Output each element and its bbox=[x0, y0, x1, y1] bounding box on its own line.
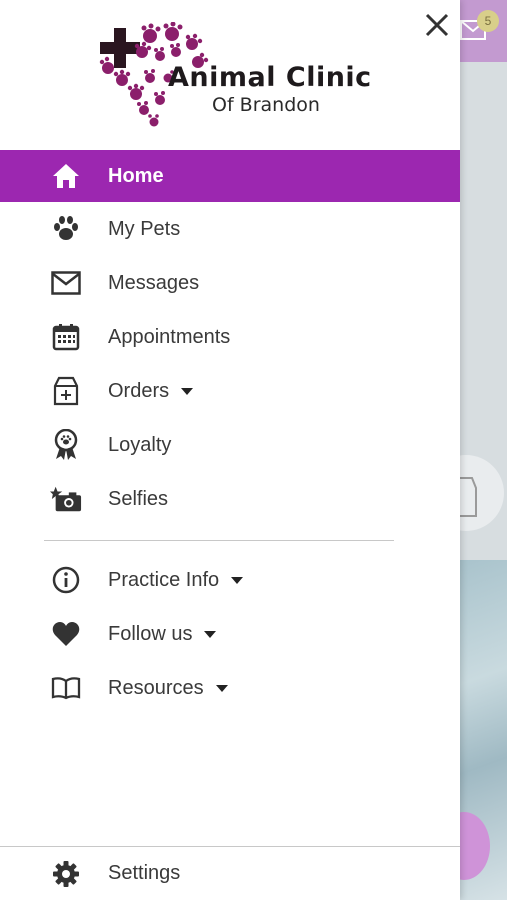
info-icon bbox=[50, 564, 82, 596]
heart-icon bbox=[50, 618, 82, 650]
chevron-down-icon bbox=[215, 684, 228, 692]
logo-title: Animal Clinic bbox=[168, 62, 372, 93]
calendar-icon bbox=[50, 321, 82, 353]
menu-item-text: Resources bbox=[108, 676, 204, 699]
menu-item-label: Messages bbox=[108, 271, 200, 294]
menu-item-label: Home bbox=[108, 164, 164, 187]
food-bag-icon bbox=[50, 375, 82, 407]
paw-icon bbox=[50, 213, 82, 245]
menu-item-messages[interactable]: Messages bbox=[0, 256, 460, 310]
logo-subtitle: Of Brandon bbox=[212, 94, 320, 116]
chevron-down-icon bbox=[231, 576, 244, 584]
menu-item-selfies[interactable]: Selfies bbox=[0, 472, 460, 526]
navigation-drawer: Animal Clinic Of Brandon Home My Pets Me… bbox=[0, 0, 460, 900]
settings-label: Settings bbox=[108, 862, 181, 884]
menu-item-orders[interactable]: Orders bbox=[0, 364, 460, 418]
menu-item-home[interactable]: Home bbox=[0, 150, 460, 202]
menu-divider bbox=[44, 540, 394, 541]
menu-item-label: Selfies bbox=[108, 487, 169, 510]
envelope-icon bbox=[50, 267, 82, 299]
menu-item-settings[interactable]: Settings bbox=[0, 847, 460, 900]
menu-item-text: Follow us bbox=[108, 622, 193, 645]
menu-item-appointments[interactable]: Appointments bbox=[0, 310, 460, 364]
chevron-down-icon bbox=[204, 630, 217, 638]
menu-item-text: Orders bbox=[108, 379, 170, 402]
secondary-menu: Practice Info Follow us Resources bbox=[0, 553, 460, 715]
menu-item-label: Follow us bbox=[108, 622, 217, 646]
background-app bbox=[460, 0, 507, 900]
menu-item-text: Appointments bbox=[108, 325, 231, 348]
menu-item-text: Practice Info bbox=[108, 568, 220, 591]
menu-item-practice-info[interactable]: Practice Info bbox=[0, 553, 460, 607]
gear-icon bbox=[50, 858, 82, 890]
menu-item-label: Loyalty bbox=[108, 433, 172, 456]
menu-item-resources[interactable]: Resources bbox=[0, 661, 460, 715]
award-ribbon-icon bbox=[50, 429, 82, 461]
camera-icon bbox=[50, 483, 82, 515]
menu-item-follow-us[interactable]: Follow us bbox=[0, 607, 460, 661]
menu-item-label: Resources bbox=[108, 677, 228, 700]
home-icon bbox=[50, 160, 82, 192]
menu-item-my-pets[interactable]: My Pets bbox=[0, 202, 460, 256]
menu-item-label: Orders bbox=[108, 379, 194, 403]
menu-item-loyalty[interactable]: Loyalty bbox=[0, 418, 460, 472]
menu-item-label: Appointments bbox=[108, 326, 230, 349]
book-icon bbox=[50, 672, 82, 704]
menu-item-label: Practice Info bbox=[108, 568, 244, 592]
messages-badge: 5 bbox=[477, 10, 499, 32]
primary-menu: Home My Pets Messages Appointments Order… bbox=[0, 150, 460, 526]
chevron-down-icon bbox=[181, 387, 194, 395]
menu-item-label: My Pets bbox=[108, 217, 181, 240]
close-icon[interactable] bbox=[420, 8, 454, 42]
